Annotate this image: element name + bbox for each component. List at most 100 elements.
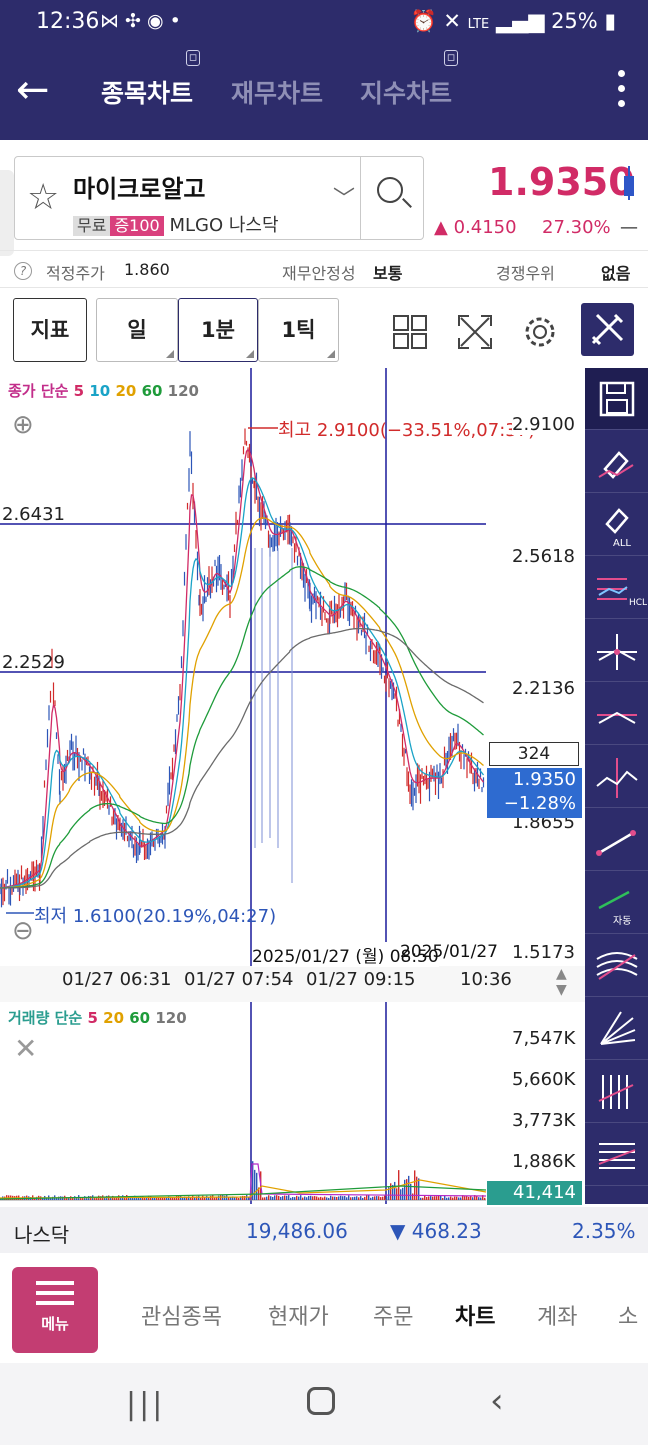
index-ticker-bar[interactable]: 나스닥 19,486.06 ▼ 468.23 2.35% xyxy=(0,1207,648,1253)
volume-bar xyxy=(340,1195,342,1200)
nav-account[interactable]: 계좌 xyxy=(537,1299,577,1331)
volume-bar xyxy=(144,1197,146,1200)
volume-bar xyxy=(376,1196,378,1200)
back-icon[interactable]: ‹ xyxy=(490,1381,504,1421)
trend-line-icon[interactable] xyxy=(585,809,648,871)
status-bar: 12:36 ⋈ ✣ ◉ • ⏰ ✕ LTE ▂▄▆ 25% ▮ xyxy=(0,0,648,44)
volume-bar xyxy=(266,1196,268,1200)
y-tick: 2.9100 xyxy=(512,414,575,435)
close-icon[interactable]: ✕ xyxy=(14,1032,37,1065)
stability-value: 보통 xyxy=(373,264,403,283)
settings-gear-icon[interactable] xyxy=(522,314,558,350)
volume-ma-line xyxy=(249,1163,487,1201)
mute-icon: ✕ xyxy=(443,9,461,33)
zoom-in-icon[interactable]: ⊕ xyxy=(12,410,34,440)
save-icon[interactable] xyxy=(585,368,648,430)
horizontal-line-icon[interactable] xyxy=(585,683,648,745)
volume-bar xyxy=(424,1195,426,1200)
volume-bar xyxy=(238,1197,240,1200)
compete-value: 없음 xyxy=(601,264,631,283)
volume-bar xyxy=(370,1197,372,1200)
volume-bar xyxy=(442,1197,444,1200)
visible-count-box[interactable]: 324 xyxy=(489,742,579,766)
volume-ma-legend: 거래량 단순 5 20 60 120 xyxy=(8,1009,187,1027)
period-1tick-button[interactable]: 1틱 xyxy=(258,298,339,362)
stock-ticker: MLGO xyxy=(169,215,224,236)
fullscreen-icon[interactable] xyxy=(457,314,493,350)
help-icon[interactable]: ? xyxy=(14,260,32,280)
favorite-star-icon[interactable]: ☆ xyxy=(27,177,59,218)
volume-bar xyxy=(418,1178,420,1200)
volume-bar xyxy=(302,1197,304,1200)
recent-apps-icon[interactable]: ||| xyxy=(126,1387,165,1422)
index-value: 19,486.06 xyxy=(246,1219,348,1243)
volume-bar xyxy=(434,1196,436,1200)
volume-bar xyxy=(210,1195,212,1200)
top-navigation: ← 종목차트 ▫ 재무차트 지수차트 ▫ xyxy=(0,44,648,140)
back-arrow-icon[interactable]: ← xyxy=(16,70,50,110)
volume-bar xyxy=(386,1196,388,1200)
nav-watchlist[interactable]: 관심종목 xyxy=(141,1299,222,1331)
drawer-handle[interactable] xyxy=(0,170,14,256)
fibonacci-retrace-icon[interactable] xyxy=(585,1124,648,1186)
stock-selector[interactable]: ☆ 마이크로알고 무료 증100 MLGO 나스닥 ﹀ xyxy=(14,156,424,240)
arc-icon[interactable] xyxy=(585,935,648,997)
vol-tick: 5,660K xyxy=(512,1069,576,1090)
eraser-icon[interactable] xyxy=(585,431,648,493)
erase-all-icon[interactable]: ALL xyxy=(585,494,648,556)
tab-financial-chart[interactable]: 재무차트 xyxy=(231,74,323,110)
price-chart-area[interactable]: 종가 단순 5 10 20 60 120 ⊕ ⊖ 324 최고 2.9100(−… xyxy=(0,368,648,1205)
volume-bar xyxy=(390,1183,392,1200)
volume-bar xyxy=(456,1196,458,1200)
fan-icon[interactable] xyxy=(585,998,648,1060)
drawing-tools-button[interactable] xyxy=(581,303,634,356)
hcl-lines-icon[interactable]: HCL xyxy=(585,557,648,619)
nav-chart[interactable]: 차트 xyxy=(455,1299,495,1331)
period-1min-button[interactable]: 1분 xyxy=(178,298,258,362)
menu-button[interactable]: 메뉴 xyxy=(12,1267,98,1353)
volume-bar xyxy=(440,1195,442,1200)
volume-bar xyxy=(394,1181,396,1200)
scroll-updown-icon[interactable]: ▲ ▼ xyxy=(556,966,567,998)
volume-bar xyxy=(274,1195,276,1200)
volume-bar xyxy=(408,1175,410,1200)
svg-text:ALL: ALL xyxy=(613,538,631,549)
ma-line xyxy=(0,517,484,889)
vertical-line-icon[interactable] xyxy=(585,746,648,808)
hline-label-lower: 2.2529 xyxy=(2,652,65,673)
period-day-button[interactable]: 일 xyxy=(96,298,178,362)
auto-trend-icon[interactable]: 자동 xyxy=(585,872,648,934)
cross-line-icon[interactable] xyxy=(585,620,648,682)
volume-bar xyxy=(208,1197,210,1200)
volume-bar xyxy=(470,1196,472,1200)
volume-bar xyxy=(382,1196,384,1200)
nav-more[interactable]: 소 xyxy=(618,1299,638,1331)
volume-bar xyxy=(348,1195,350,1200)
price-change: ▲ 0.4150 xyxy=(434,217,517,238)
drawing-toolbar: ALL HCL 자동 xyxy=(585,368,648,1204)
tab-index-chart[interactable]: 지수차트 xyxy=(360,74,452,110)
volume-bar xyxy=(450,1196,452,1200)
indicator-button[interactable]: 지표 xyxy=(13,298,87,362)
volume-bar xyxy=(472,1197,474,1200)
alarm-icon: ⏰ xyxy=(410,9,437,33)
volume-bar xyxy=(218,1195,220,1200)
search-button[interactable] xyxy=(360,157,424,239)
volume-bar xyxy=(396,1188,398,1200)
grid-layout-icon[interactable] xyxy=(392,314,428,350)
volume-bar xyxy=(402,1187,404,1200)
zoom-out-icon[interactable]: ⊖ xyxy=(12,916,34,946)
more-menu-icon[interactable] xyxy=(618,70,626,110)
chevron-down-icon[interactable]: ﹀ xyxy=(333,181,355,213)
fibonacci-time-icon[interactable] xyxy=(585,1061,648,1123)
tab-stock-chart[interactable]: 종목차트 xyxy=(101,74,193,110)
volume-bar xyxy=(466,1196,468,1200)
x-tick: 01/27 06:31 xyxy=(62,969,172,990)
volume-bar xyxy=(264,1197,266,1200)
tab-copy-icon: ▫ xyxy=(186,50,200,66)
tools-icon xyxy=(591,313,624,346)
nav-order[interactable]: 주문 xyxy=(373,1299,413,1331)
nav-current-price[interactable]: 현재가 xyxy=(268,1299,329,1331)
ma-line xyxy=(0,448,485,889)
home-icon[interactable] xyxy=(307,1387,335,1415)
